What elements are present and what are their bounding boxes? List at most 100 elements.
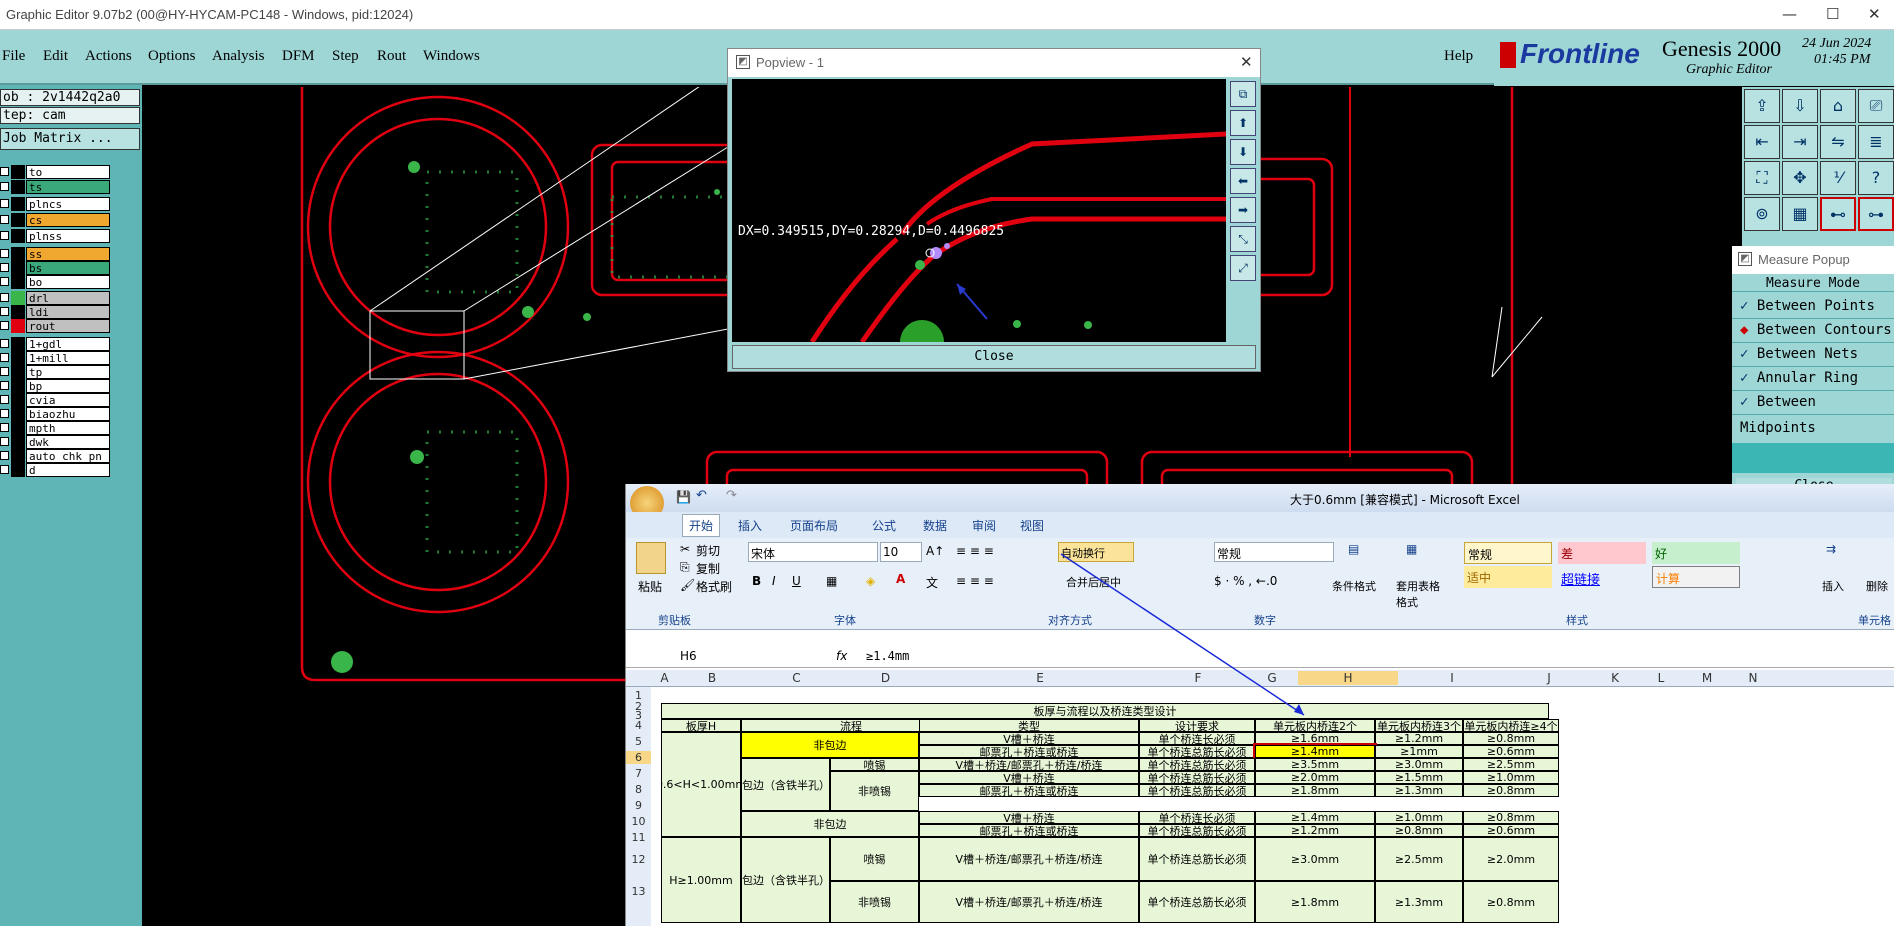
style-hyperlink[interactable]: 超链接 [1558, 566, 1646, 588]
pan-up-icon[interactable]: ⬆ [1230, 110, 1256, 136]
merge-center-button[interactable]: 合并后居中 [1066, 574, 1121, 590]
ribbon-tab-3[interactable]: 公式 [872, 517, 896, 534]
phonetic-icon[interactable]: 文 [926, 574, 938, 591]
layer-checkbox[interactable] [0, 409, 9, 418]
style-calculation[interactable]: 计算 [1652, 566, 1740, 588]
flow-cell[interactable]: 非包边 [741, 811, 919, 837]
table-cell[interactable]: ≥1.4mm [1253, 743, 1377, 760]
table-cell[interactable]: 单个桥连总筋长必须 [1139, 837, 1255, 881]
layer-name[interactable]: bp [26, 379, 110, 393]
copy-button[interactable]: 复制 [696, 560, 720, 577]
thickness-cell[interactable]: 0.6<H<1.00mm [661, 732, 741, 837]
pan-down-icon[interactable]: ⬇ [1230, 139, 1256, 165]
table-format-icon[interactable]: ▦ [1406, 542, 1417, 556]
layer-color-swatch[interactable] [11, 275, 25, 289]
bold-icon[interactable]: B [752, 574, 761, 588]
swap-icon[interactable]: ⇋ [1820, 125, 1856, 159]
menu-options[interactable]: Options [148, 48, 196, 65]
worksheet[interactable]: 板厚与流程以及桥连类型设计 板厚H 流程 类型 设计要求 单元板内桥连2个 单元板内桥连3个… [661, 703, 1625, 926]
close-icon[interactable]: ✕ [1868, 5, 1881, 23]
layer-checkbox[interactable] [0, 381, 9, 390]
layer-checkbox[interactable] [0, 167, 9, 176]
layer-color-swatch[interactable] [11, 449, 25, 463]
popview-close-icon[interactable]: ✕ [1240, 53, 1253, 71]
font-name-select[interactable]: 宋体 [748, 542, 878, 562]
paste-button[interactable]: 粘贴 [638, 578, 662, 595]
layer-name[interactable]: to [26, 165, 110, 179]
layer-name[interactable]: d [26, 463, 110, 477]
table-cell[interactable]: V槽＋桥连 [919, 771, 1139, 784]
measure-mode-2[interactable]: ✓ Between Nets [1732, 341, 1894, 367]
column-header[interactable]: D [841, 671, 930, 685]
row-header[interactable]: 6 [626, 751, 651, 764]
layer-checkbox[interactable] [0, 465, 9, 474]
table-cell[interactable]: 邮票孔＋桥连或桥连 [919, 824, 1139, 837]
row-header[interactable]: 4 [626, 719, 651, 732]
copy-icon[interactable]: ⎘ [680, 560, 690, 575]
row-header[interactable]: 5 [626, 735, 651, 748]
table-cell[interactable]: V槽＋桥连 [919, 811, 1139, 824]
pan-right-icon[interactable]: ➡ [1230, 197, 1256, 223]
measure-mode-3[interactable]: ✓ Annular Ring [1732, 365, 1894, 391]
table-cell[interactable]: ≥1.3mm [1375, 784, 1463, 797]
layer-row[interactable]: dwk [0, 435, 112, 449]
layer-row[interactable]: bs [0, 261, 112, 275]
row-header[interactable]: 13 [626, 885, 651, 898]
table-cell[interactable]: ≥1mm [1375, 745, 1463, 758]
measure-icon[interactable]: ⊚ [1744, 197, 1780, 231]
layer-checkbox[interactable] [0, 451, 9, 460]
layer-checkbox[interactable] [0, 321, 9, 330]
row-header[interactable]: 12 [626, 853, 651, 866]
table-cell[interactable]: ≥2.0mm [1255, 771, 1375, 784]
layer-row[interactable]: cs [0, 213, 112, 227]
style-neutral[interactable]: 适中 [1464, 566, 1552, 588]
table-cell[interactable]: 单个桥连长必须 [1139, 811, 1255, 824]
menu-actions[interactable]: Actions [85, 48, 132, 65]
fit-icon[interactable]: ⛶ [1744, 161, 1780, 195]
cut-button[interactable]: 剪切 [696, 542, 720, 559]
measure-mode-1[interactable]: ◆ Between Contours [1732, 317, 1894, 343]
layer-color-swatch[interactable] [11, 305, 25, 319]
conditional-format-button[interactable]: 条件格式 [1332, 578, 1376, 594]
header-cell[interactable]: 单元板内桥连3个 [1375, 719, 1463, 732]
row-header[interactable]: 8 [626, 783, 651, 796]
layer-color-swatch[interactable] [11, 393, 25, 407]
header-cell[interactable]: 板厚H [661, 719, 741, 732]
layer-color-swatch[interactable] [11, 197, 25, 211]
layer-name[interactable]: tp [26, 365, 110, 379]
export-icon[interactable]: ⇥ [1782, 125, 1818, 159]
table-cell[interactable]: 单个桥连总筋长必须 [1139, 771, 1255, 784]
cut-icon[interactable]: ✂ [680, 542, 690, 556]
menu-rout[interactable]: Rout [377, 48, 406, 65]
menu-dfm[interactable]: DFM [282, 48, 315, 65]
zoom-in-icon[interactable]: ⤢ [1230, 255, 1256, 281]
table-cell[interactable]: ≥0.8mm [1463, 784, 1559, 797]
column-header[interactable]: I [1398, 671, 1506, 685]
italic-icon[interactable]: I [772, 574, 776, 588]
table-cell[interactable]: 单个桥连总筋长必须 [1139, 745, 1255, 758]
column-header[interactable]: C [752, 671, 841, 685]
popview-close-button[interactable]: Close [732, 345, 1256, 369]
layer-checkbox[interactable] [0, 263, 9, 272]
home-icon[interactable]: ⌂ [1820, 89, 1856, 123]
formula-input[interactable]: ≥1.4mm [862, 648, 1862, 666]
column-header[interactable]: L [1638, 671, 1684, 685]
layer-checkbox[interactable] [0, 437, 9, 446]
align-left-icon[interactable]: ≡ ≡ ≡ [956, 574, 994, 588]
net-icon[interactable]: ⊷ [1820, 197, 1856, 231]
row-header[interactable]: 10 [626, 815, 651, 828]
layer-color-swatch[interactable] [11, 291, 25, 305]
layer-name[interactable]: dwk [26, 435, 110, 449]
table-cell[interactable]: ≥1.2mm [1375, 732, 1463, 745]
table-cell[interactable]: ≥0.6mm [1463, 824, 1559, 837]
table-cell[interactable]: V槽＋桥连/邮票孔＋桥连/桥连 [919, 758, 1139, 771]
column-header[interactable]: F [1150, 671, 1246, 685]
flow-cell[interactable]: 非喷锡 [830, 881, 919, 923]
row-header[interactable]: 7 [626, 767, 651, 780]
pan-left-icon[interactable]: ⬅ [1230, 168, 1256, 194]
menu-analysis[interactable]: Analysis [212, 48, 265, 65]
flow-cell[interactable]: 包边（含铁半孔） [741, 837, 830, 923]
layer-name[interactable]: drl [26, 291, 110, 305]
format-painter-button[interactable]: 格式刷 [696, 578, 732, 595]
table-cell[interactable]: ≥1.2mm [1255, 824, 1375, 837]
